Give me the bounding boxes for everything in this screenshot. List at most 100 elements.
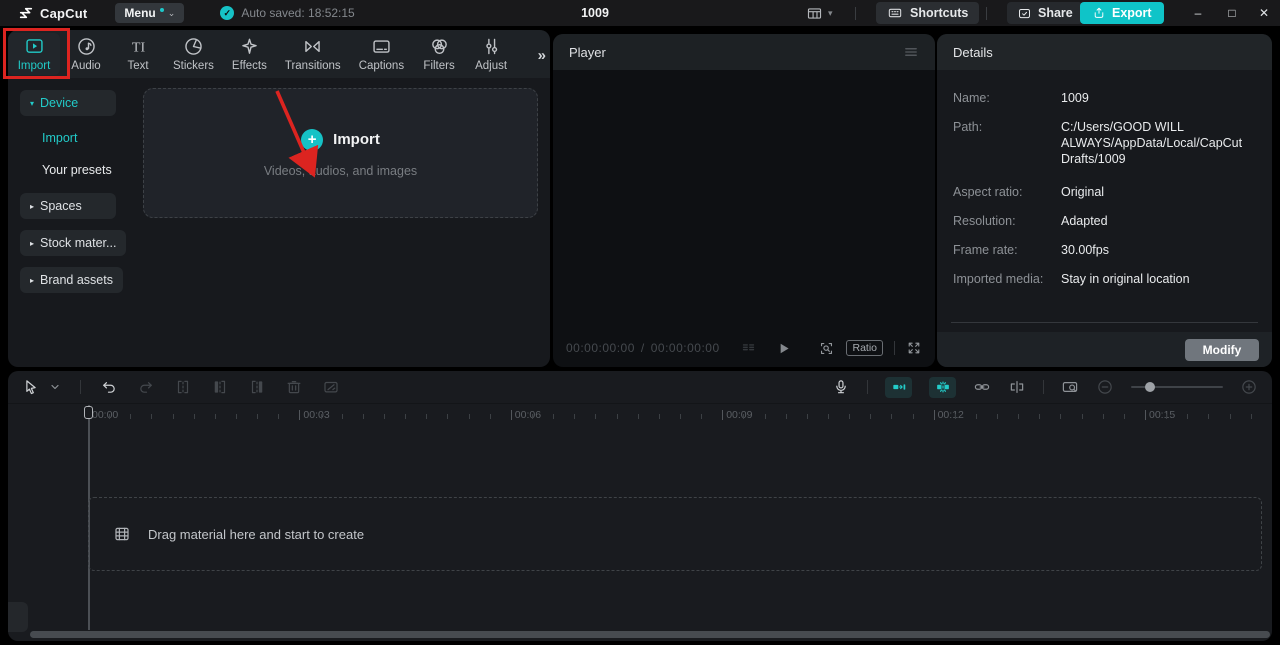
transitions-icon [302,36,323,57]
freeze-icon[interactable] [1008,378,1026,396]
ruler-minor-tick [384,414,385,419]
sidebar-item-stock-mater[interactable]: ▸ Stock mater... [20,230,127,256]
tab-label: Audio [71,60,101,72]
keyboard-icon [887,5,903,21]
sidebar-item-your-presets[interactable]: Your presets [20,161,138,179]
tab-label: Stickers [173,60,214,72]
top-bar: CapCut Menu ⌄ ✓ Auto saved: 18:52:15 100… [0,0,1280,26]
layout-icon [806,5,823,22]
fullscreen-icon[interactable] [906,340,922,356]
annotation-rectangle [3,28,70,79]
undo-icon[interactable] [100,378,118,396]
modify-button[interactable]: Modify [1185,338,1259,361]
tab-label: Captions [358,60,405,72]
ruler-minor-tick [426,414,428,419]
ruler-label: 00:03 [303,409,330,421]
ruler-minor-tick [912,414,914,419]
cursor-select-icon[interactable] [22,378,40,396]
details-header: Details [937,34,1272,70]
ruler-minor-tick [637,414,639,419]
menu-notification-dot [159,8,164,12]
zoom-slider-handle[interactable] [1145,382,1155,392]
player-menu-icon[interactable] [903,44,919,60]
window-close-button[interactable]: ✕ [1249,0,1279,26]
sidebar-item-brand-assets[interactable]: ▸ Brand assets [20,267,123,293]
play-button[interactable] [775,340,792,357]
split-icon[interactable] [174,378,192,396]
zoom-out-icon[interactable] [1096,378,1114,396]
timeline-ruler[interactable]: 00:00 00:03 00:06 00:09 00:12 00:15 [8,405,1272,426]
edit-box-icon[interactable] [322,378,340,396]
sidebar-item-device[interactable]: ▾ Device [20,90,116,116]
tab-transitions[interactable]: Transitions [276,33,350,75]
capcut-logo: CapCut [18,5,87,21]
frame-preview-icon[interactable] [740,340,757,357]
redo-icon[interactable] [137,378,155,396]
zoom-in-icon[interactable] [1240,378,1258,396]
check-circle-icon: ✓ [220,6,235,20]
ruler-minor-tick [1208,414,1210,419]
ruler-minor-tick [1123,414,1125,419]
import-action: + Import [301,128,380,151]
player-title: Player [569,44,606,60]
main-track-drop-area[interactable]: Drag material here and start to create [88,497,1262,571]
ruler-minor-tick [236,414,237,419]
full-preview-icon[interactable] [818,340,835,357]
chevron-down-icon: ▾ [828,7,833,18]
ruler-minor-tick [362,414,364,419]
link-materials-icon[interactable] [973,378,991,396]
ruler-label: 00:00 [92,409,119,421]
horizontal-scrollbar[interactable] [30,631,1270,638]
shortcuts-button[interactable]: Shortcuts [876,2,980,24]
details-value: Stay in original location [1061,272,1190,286]
tab-label: Text [127,60,149,72]
media-tab-strip: Import Audio TI Text Stickers Effects Transiti… [8,30,550,78]
tab-stickers[interactable]: Stickers [164,33,223,75]
export-button[interactable]: Export [1080,2,1164,24]
share-button[interactable]: Share [1007,2,1083,24]
split-left-icon[interactable] [211,378,229,396]
ruler-minor-tick [743,414,745,419]
details-label: Frame rate: [953,243,1018,257]
layout-switcher[interactable]: ▾ [806,5,833,22]
sidebar-item-spaces[interactable]: ▸ Spaces [20,193,116,219]
split-right-icon[interactable] [248,378,266,396]
ruler-minor-tick [531,414,533,419]
caret-icon: ▾ [30,98,35,108]
auto-snap-button[interactable] [929,376,956,398]
window-minimize-button[interactable]: – [1183,0,1213,26]
preview-axis-icon[interactable] [1061,378,1079,396]
cursor-chevron-icon[interactable] [49,381,61,393]
delete-icon[interactable] [285,378,303,396]
window-maximize-button[interactable]: □ [1217,0,1247,26]
ratio-button[interactable]: Ratio [846,340,883,356]
media-panel: Import Audio TI Text Stickers Effects Transiti… [3,28,550,367]
timecode-separator: / [640,341,645,355]
ruler-minor-tick [151,414,153,419]
playhead-handle[interactable] [84,406,93,419]
details-row: Resolution: Adapted [953,213,1256,229]
record-voiceover-icon[interactable] [832,378,850,396]
sidebar-item-import[interactable]: Import [20,129,138,147]
stickers-icon [183,36,204,57]
ruler-minor-tick [257,414,259,419]
divider [867,380,868,394]
ruler-minor-tick [1081,414,1083,419]
tabs-overflow-button[interactable]: » [538,47,546,64]
ruler-minor-tick [468,414,470,419]
tab-effects[interactable]: Effects [223,33,276,75]
tab-text[interactable]: TI Text [112,33,164,75]
timeline-panel: 00:00 00:03 00:06 00:09 00:12 00:15 Drag mate… [8,371,1272,641]
import-drop-zone[interactable]: + Import Videos, audios, and images [143,88,538,218]
timeline-zoom-slider[interactable] [1131,382,1223,392]
tab-captions[interactable]: Captions [350,33,413,75]
plus-circle-icon[interactable]: + [301,128,324,151]
details-value: Adapted [1061,214,1108,228]
tab-adjust[interactable]: Adjust [465,33,517,75]
tab-filters[interactable]: Filters [413,33,465,75]
export-icon [1092,6,1106,20]
details-footer: Modify [937,332,1272,367]
main-track-magnet-button[interactable] [885,376,912,398]
player-header: Player [553,34,935,70]
menu-button[interactable]: Menu ⌄ [115,3,185,23]
